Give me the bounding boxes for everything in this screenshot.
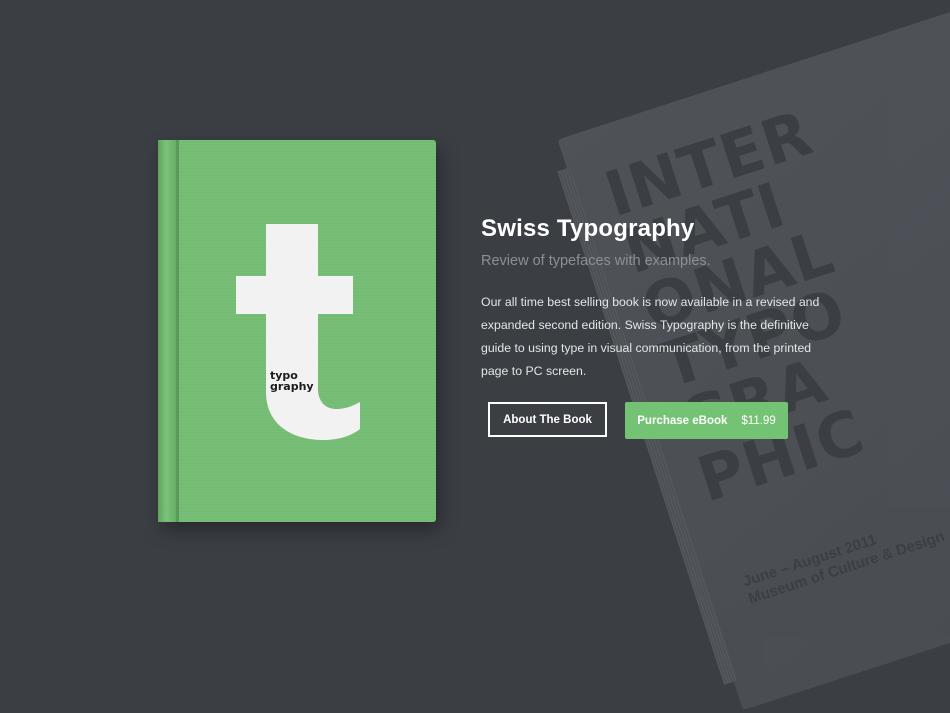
- book-spine: [158, 140, 176, 522]
- purchase-ebook-button[interactable]: Purchase eBook $11.99: [625, 402, 788, 439]
- page-title: Swiss Typography: [481, 215, 695, 242]
- book-description: Our all time best selling book is now av…: [481, 295, 820, 378]
- t-letter-logo: [236, 224, 360, 440]
- book-hinge: [176, 140, 179, 522]
- about-the-book-button[interactable]: About The Book: [488, 402, 607, 437]
- cover-wordmark-line2: graphy: [270, 380, 314, 393]
- purchase-button-label: Purchase eBook: [637, 414, 728, 427]
- book-cover-image: typo graphy: [158, 140, 436, 522]
- cover-wordmark: typo graphy: [270, 370, 314, 392]
- page-subtitle: Review of typefaces with examples.: [481, 253, 711, 269]
- book-info: Swiss Typography Review of typefaces wit…: [481, 215, 821, 383]
- purchase-price: $11.99: [741, 414, 776, 427]
- about-button-label: About The Book: [503, 413, 592, 426]
